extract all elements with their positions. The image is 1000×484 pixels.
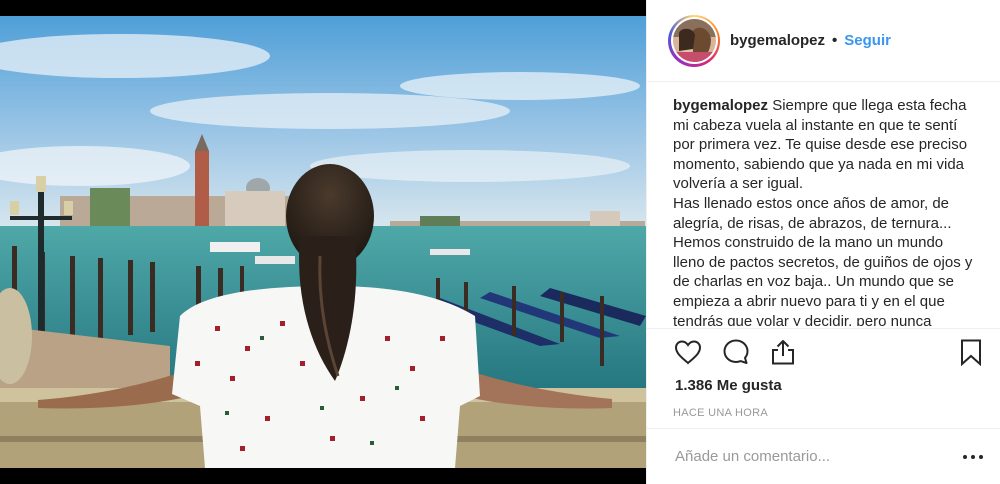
caption-username-link[interactable]: bygemalopez: [673, 97, 768, 114]
avatar-story-ring[interactable]: [668, 14, 720, 67]
post-timestamp[interactable]: HACE UNA HORA: [673, 407, 768, 419]
post-caption: bygemalopez Siempre que llega esta fecha…: [673, 96, 977, 326]
caption-paragraph: bygemalopez Siempre que llega esta fecha…: [673, 96, 977, 194]
ellipsis-icon: [971, 455, 975, 459]
heart-outline-icon: [674, 340, 702, 365]
header-separator: •: [832, 32, 838, 49]
post-photo-panel: [0, 0, 646, 484]
follow-button[interactable]: Seguir: [844, 32, 891, 49]
post-header: bygemalopez • Seguir: [647, 0, 1000, 82]
ellipsis-icon: [979, 455, 983, 459]
share-button[interactable]: [768, 337, 798, 367]
post-photo[interactable]: [0, 16, 646, 468]
username-link[interactable]: bygemalopez: [730, 32, 825, 49]
ellipsis-icon: [963, 455, 967, 459]
like-button[interactable]: [673, 337, 703, 367]
post-side-panel: bygemalopez • Seguir bygemalopez Siempre…: [646, 0, 1000, 484]
avatar-frame: [670, 17, 718, 64]
post-header-text: bygemalopez • Seguir: [730, 32, 891, 49]
likes-count[interactable]: 1.386 Me gusta: [675, 377, 782, 394]
save-button[interactable]: [956, 337, 986, 367]
more-options-button[interactable]: [963, 449, 983, 465]
post-actions-bar: [647, 328, 1000, 374]
comment-button[interactable]: [721, 337, 751, 367]
share-upload-icon: [772, 340, 794, 365]
caption-paragraph: Has llenado estos once años de amor, de …: [673, 194, 973, 326]
comment-input[interactable]: [675, 448, 935, 465]
avatar-image: [672, 19, 716, 62]
avatar[interactable]: [672, 19, 716, 62]
venice-lagoon-photo: [0, 16, 646, 468]
speech-bubble-icon: [723, 339, 749, 364]
bookmark-icon: [961, 339, 981, 367]
comment-bar: [647, 428, 1000, 484]
